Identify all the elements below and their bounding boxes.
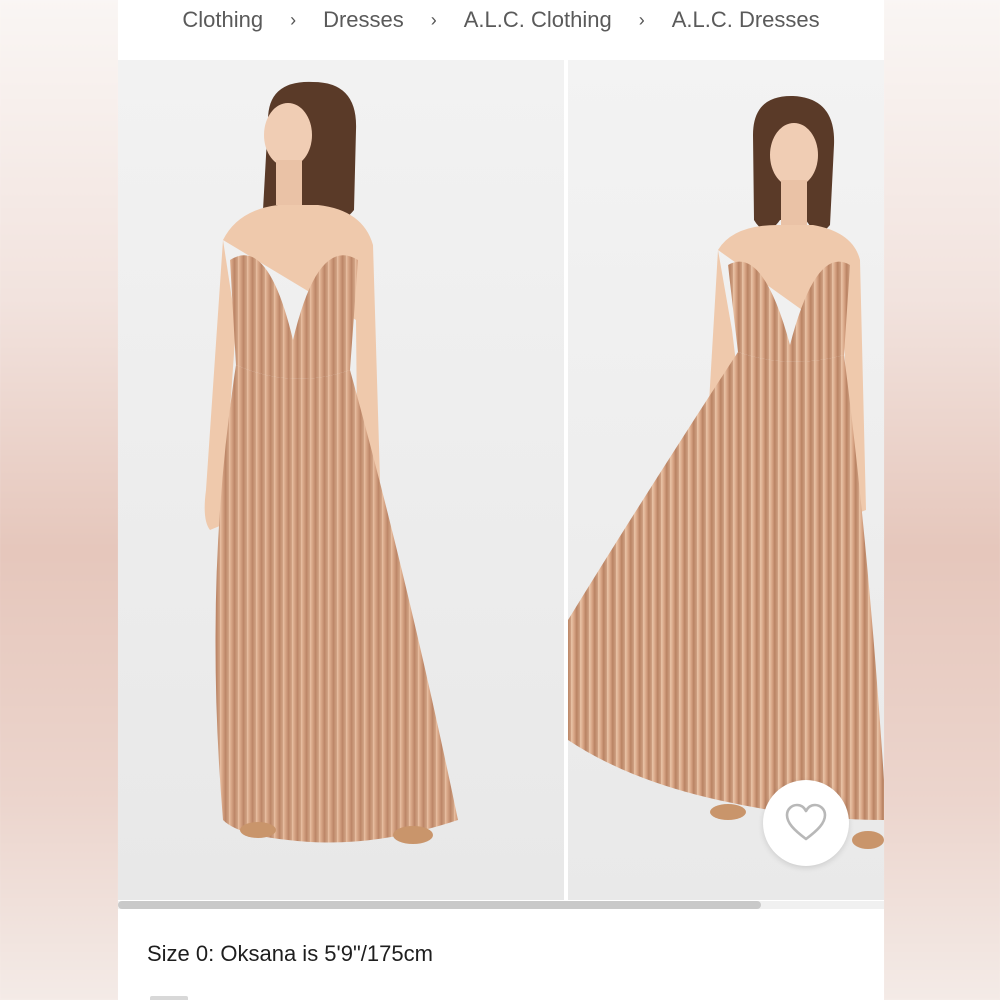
- scrollbar-thumb[interactable]: [118, 901, 761, 909]
- chevron-right-icon: ›: [638, 9, 645, 30]
- chevron-right-icon: ›: [430, 9, 437, 30]
- breadcrumb-item-alc-dresses[interactable]: A.L.C. Dresses: [670, 7, 822, 33]
- image-gallery[interactable]: [118, 60, 884, 900]
- blurred-background-left: [0, 0, 118, 1000]
- partial-element-below: [150, 996, 188, 1000]
- product-sheet: Clothing › Dresses › A.L.C. Clothing › A…: [118, 0, 884, 1000]
- product-photo-motion[interactable]: [568, 60, 884, 900]
- product-photo-front[interactable]: [118, 60, 564, 900]
- breadcrumb-item-alc-clothing[interactable]: A.L.C. Clothing: [462, 7, 614, 33]
- breadcrumb: Clothing › Dresses › A.L.C. Clothing › A…: [118, 0, 884, 40]
- heart-icon: [785, 803, 827, 841]
- chevron-right-icon: ›: [290, 9, 297, 30]
- model-size-caption: Size 0: Oksana is 5'9"/175cm: [147, 941, 433, 966]
- favorite-button[interactable]: [763, 780, 849, 866]
- gallery-scrollbar[interactable]: [118, 901, 884, 909]
- breadcrumb-item-clothing[interactable]: Clothing: [180, 7, 265, 33]
- breadcrumb-item-dresses[interactable]: Dresses: [321, 7, 406, 33]
- blurred-background-right: [884, 0, 1000, 1000]
